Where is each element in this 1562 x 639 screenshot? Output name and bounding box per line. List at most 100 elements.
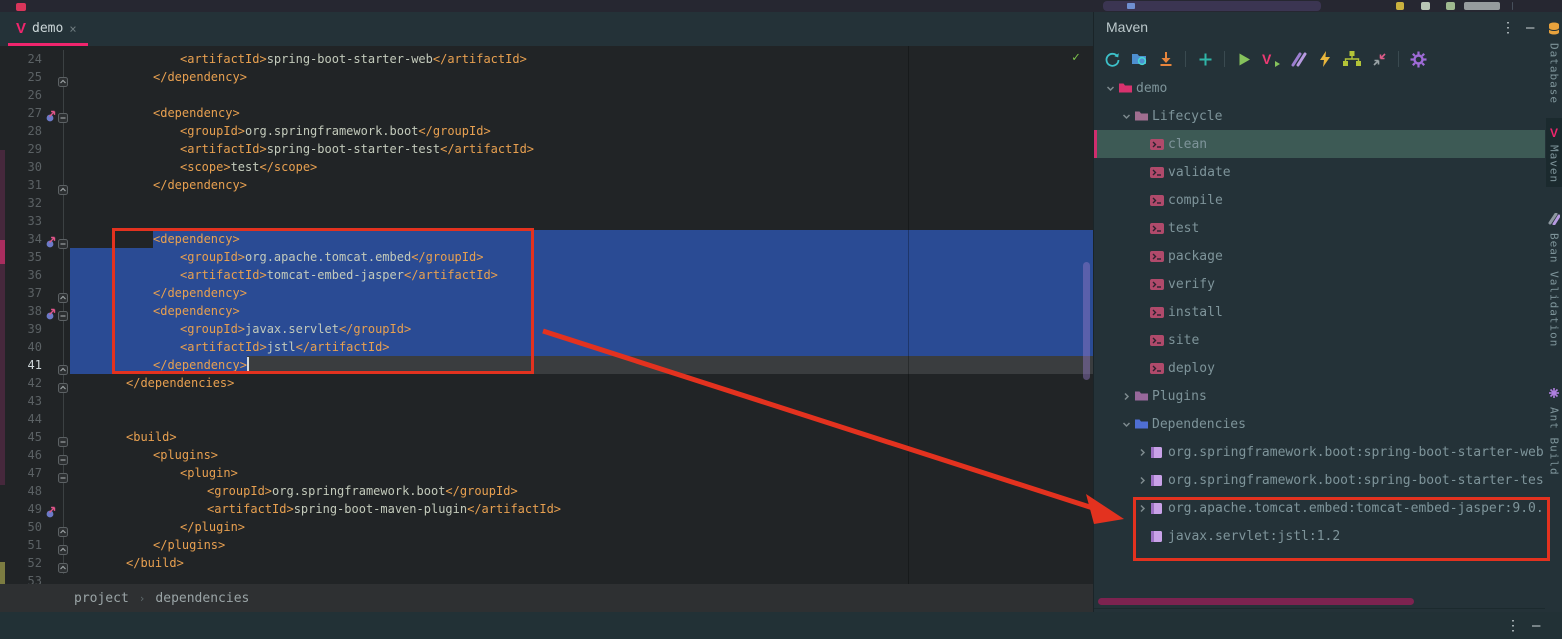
code-line[interactable]: 48 <groupId>org.springframework.boot</gro… xyxy=(0,482,1093,500)
tree-item-deploy[interactable]: deploy xyxy=(1094,354,1545,382)
toolbar-separator xyxy=(1224,51,1225,67)
tree-item-package[interactable]: package xyxy=(1094,242,1545,270)
maven-toolbar: V xyxy=(1094,44,1545,74)
line-number: 46 xyxy=(27,448,42,462)
code-line[interactable]: 31 </dependency> xyxy=(0,176,1093,195)
tree-item-label: Plugins xyxy=(1152,388,1207,404)
bottom-bar: ⋮ — xyxy=(0,612,1562,639)
tree-item-compile[interactable]: compile xyxy=(1094,186,1545,214)
tool-stripe-ant-build[interactable]: Ant Build xyxy=(1546,384,1562,476)
code-line[interactable]: 42 </dependencies> xyxy=(0,374,1093,393)
tree-item-verify[interactable]: verify xyxy=(1094,270,1545,298)
annotation-box-dependencies xyxy=(1133,497,1550,561)
chevron-right-icon[interactable] xyxy=(1118,392,1134,401)
tree-item-org-springframework-boot[interactable]: org.springframework.boot:spring-boot-sta… xyxy=(1094,438,1545,466)
code-line[interactable]: 49 <artifactId>spring-boot-maven-plugin</… xyxy=(0,500,1093,518)
tree-item-site[interactable]: site xyxy=(1094,326,1545,354)
code-text: <artifactId>spring-boot-maven-plugin</ar… xyxy=(207,502,562,516)
lib-icon xyxy=(1150,446,1168,459)
line-number: 47 xyxy=(27,466,42,480)
line-number: 42 xyxy=(27,376,42,390)
line-number: 45 xyxy=(27,430,42,444)
tree-item-install[interactable]: install xyxy=(1094,298,1545,326)
code-line[interactable]: 27 <dependency> xyxy=(0,104,1093,123)
code-line[interactable]: 44 xyxy=(0,410,1093,428)
maven-v-icon: V xyxy=(1549,126,1558,140)
inspections-ok-icon[interactable]: ✓ xyxy=(1072,50,1080,65)
goal-icon xyxy=(1150,250,1168,262)
code-line[interactable]: 26 xyxy=(0,86,1093,104)
code-line[interactable]: 32 xyxy=(0,194,1093,212)
breadcrumb-separator-icon: › xyxy=(138,591,146,605)
code-text: </plugin> xyxy=(180,520,246,534)
code-line[interactable]: 25 </dependency> xyxy=(0,68,1093,87)
toolbar-separator xyxy=(1398,51,1399,67)
bottom-options-icon[interactable]: ⋮ xyxy=(1506,618,1520,634)
line-number: 38 xyxy=(27,304,42,318)
chevron-down-icon[interactable] xyxy=(1102,84,1118,93)
chevron-down-icon[interactable] xyxy=(1118,420,1134,429)
chevron-right-icon[interactable] xyxy=(1134,476,1150,485)
code-line[interactable]: 29 <artifactId>spring-boot-starter-test</… xyxy=(0,140,1093,158)
tool-stripe-database[interactable]: Database xyxy=(1546,20,1562,104)
maven-options-icon[interactable]: ⋮ xyxy=(1501,20,1515,36)
tree-item-test[interactable]: test xyxy=(1094,214,1545,242)
execute-maven-goal-icon[interactable]: V xyxy=(1261,49,1281,69)
toolbar-mini-icon[interactable] xyxy=(1421,2,1430,10)
show-dependencies-icon[interactable] xyxy=(1342,49,1362,69)
bottom-minimize-icon[interactable]: — xyxy=(1532,618,1540,634)
code-line[interactable]: 24 <artifactId>spring-boot-starter-web</a… xyxy=(0,50,1093,68)
generate-sources-icon[interactable] xyxy=(1129,49,1149,69)
code-line[interactable]: 47 <plugin> xyxy=(0,464,1093,483)
maven-hscrollbar-thumb[interactable] xyxy=(1098,598,1414,605)
goal-icon xyxy=(1150,222,1168,234)
code-line[interactable]: 52 </build> xyxy=(0,554,1093,573)
collapse-all-icon[interactable] xyxy=(1369,49,1389,69)
toolbar-mini-icon[interactable] xyxy=(1446,2,1455,10)
run-configuration-pill[interactable] xyxy=(1103,1,1321,11)
reload-all-maven-projects-icon[interactable] xyxy=(1102,49,1122,69)
tool-stripe-maven[interactable]: V Maven xyxy=(1546,118,1562,188)
chevron-right-icon[interactable] xyxy=(1134,448,1150,457)
line-number: 37 xyxy=(27,286,42,300)
code-text: <groupId>org.springframework.boot</group… xyxy=(180,124,491,138)
tree-item-demo[interactable]: demo xyxy=(1094,74,1545,102)
database-icon xyxy=(1548,20,1560,39)
code-line[interactable]: 53 xyxy=(0,572,1093,584)
code-line[interactable]: 30 <scope>test</scope> xyxy=(0,158,1093,176)
run-maven-build-icon[interactable] xyxy=(1234,49,1254,69)
tree-item-lifecycle[interactable]: Lifecycle xyxy=(1094,102,1545,130)
code-line[interactable]: 45 <build> xyxy=(0,428,1093,447)
toolbar-mini-button[interactable] xyxy=(1464,2,1500,10)
tab-close-icon[interactable]: × xyxy=(69,22,76,36)
chevron-down-icon[interactable] xyxy=(1118,112,1134,121)
svg-text:V: V xyxy=(1262,52,1272,67)
breadcrumb-dependencies[interactable]: dependencies xyxy=(155,591,249,606)
add-maven-project-icon[interactable] xyxy=(1195,49,1215,69)
tab-demo[interactable]: V demo × xyxy=(8,14,88,43)
tool-stripe-bean-validation[interactable]: Bean Validation xyxy=(1546,210,1562,347)
tree-item-clean[interactable]: clean xyxy=(1094,130,1545,158)
line-number: 27 xyxy=(27,106,42,120)
line-number: 52 xyxy=(27,556,42,570)
tree-item-label: package xyxy=(1168,248,1223,264)
tree-item-validate[interactable]: validate xyxy=(1094,158,1545,186)
download-sources-icon[interactable] xyxy=(1156,49,1176,69)
toolbar-mini-icon[interactable] xyxy=(1396,2,1404,10)
maven-settings-icon[interactable] xyxy=(1408,49,1428,69)
code-line[interactable]: 28 <groupId>org.springframework.boot</gro… xyxy=(0,122,1093,140)
toggle-offline-mode-icon[interactable] xyxy=(1288,49,1308,69)
code-line[interactable]: 51 </plugins> xyxy=(0,536,1093,555)
tree-item-dependencies[interactable]: Dependencies xyxy=(1094,410,1545,438)
tree-item-plugins[interactable]: Plugins xyxy=(1094,382,1545,410)
editor-scrollbar-thumb[interactable] xyxy=(1083,262,1090,380)
breadcrumb-project[interactable]: project xyxy=(74,591,129,606)
goal-icon xyxy=(1150,334,1168,346)
toggle-skip-tests-icon[interactable] xyxy=(1315,49,1335,69)
code-line[interactable]: 43 xyxy=(0,392,1093,410)
hard-wrap-guide xyxy=(908,46,909,584)
tree-item-org-springframework-boot[interactable]: org.springframework.boot:spring-boot-sta… xyxy=(1094,466,1545,494)
code-line[interactable]: 50 </plugin> xyxy=(0,518,1093,537)
code-line[interactable]: 46 <plugins> xyxy=(0,446,1093,465)
maven-minimize-icon[interactable]: — xyxy=(1526,20,1534,36)
